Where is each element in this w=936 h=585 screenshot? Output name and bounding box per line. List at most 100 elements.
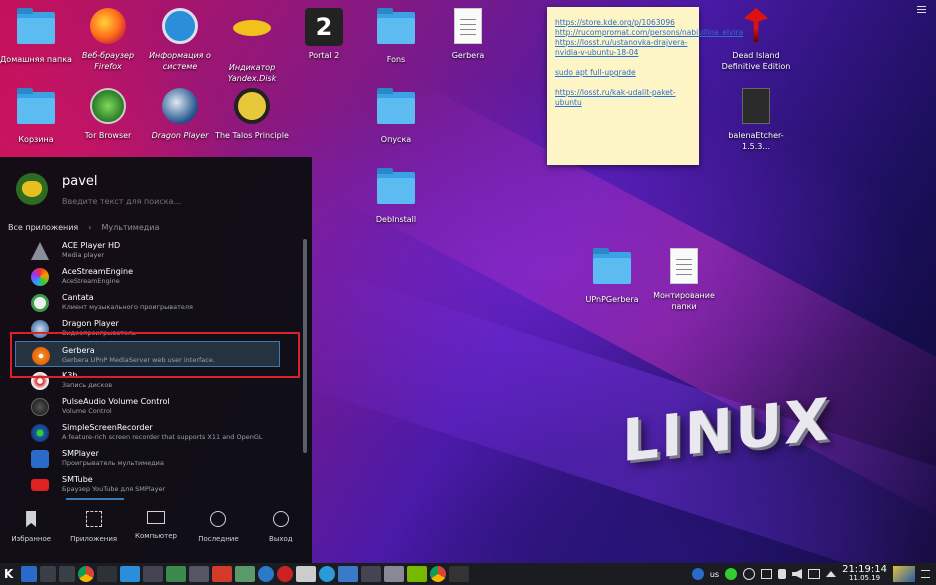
record-icon <box>31 424 49 442</box>
kde-menu-icon[interactable]: K <box>4 566 18 582</box>
konsole-task-icon[interactable] <box>449 566 469 582</box>
launcher-tabs: Избранное Приложения Компьютер Последние… <box>0 507 312 557</box>
desktop-icon-talos-principle[interactable]: The Talos Principle <box>212 88 292 141</box>
text-editor-icon[interactable] <box>338 566 358 582</box>
info-icon <box>162 8 198 44</box>
desktop-icon-yandex-disk[interactable]: Индикатор Yandex.Disk <box>212 8 292 84</box>
chrome-task-icon[interactable] <box>430 566 446 582</box>
app-item-smtube[interactable]: SMTube Браузер YouTube для SMPlayer <box>0 471 300 497</box>
ufo-icon <box>233 20 271 36</box>
talos-icon <box>234 88 270 124</box>
store-icon[interactable] <box>120 566 140 582</box>
show-desktop-icon[interactable] <box>893 566 915 582</box>
app-item-simplescreenrecorder[interactable]: SimpleScreenRecorder A feature-rich scre… <box>0 419 300 445</box>
clipboard-icon[interactable] <box>761 569 773 579</box>
search-input[interactable] <box>62 197 282 206</box>
grid-icon <box>85 511 102 527</box>
keyboard-layout-indicator[interactable]: us <box>710 570 719 579</box>
nvidia-icon[interactable] <box>407 566 427 582</box>
app-item-acestreamengine[interactable]: AceStreamEngine AceStreamEngine <box>0 263 300 289</box>
tab-leave[interactable]: Выход <box>250 507 312 557</box>
note-link[interactable]: http://rucompromat.com/persons/nabiullin… <box>555 28 743 38</box>
volume-knob-icon <box>31 398 49 416</box>
desktop-icon-opuska[interactable]: Опуска <box>356 88 436 145</box>
desktop-icon-dragon-player[interactable]: Dragon Player <box>140 88 220 141</box>
wallpaper-linux-logo: LINUX <box>622 385 831 475</box>
desktop-icon-mount-folder[interactable]: Монтирование папки <box>644 248 724 312</box>
note-link[interactable]: https://losst.ru/ustanovka-drajvera-nvid… <box>555 38 691 58</box>
mail-icon[interactable] <box>235 566 255 582</box>
globe-icon <box>90 88 126 124</box>
desktop-icon-gerbera[interactable]: Gerbera <box>428 8 508 61</box>
desktop-icon-trash[interactable]: Корзина <box>0 88 76 145</box>
app-list-scrollbar[interactable] <box>303 239 307 453</box>
desktop-pager-2[interactable] <box>40 566 56 582</box>
breadcrumb-all-apps[interactable]: Все приложения <box>8 223 78 232</box>
desktop-icon-fons[interactable]: Fons <box>356 8 436 65</box>
acestream-icon <box>31 268 49 286</box>
document-icon <box>670 248 698 284</box>
document-viewer-icon[interactable] <box>189 566 209 582</box>
dragon-icon <box>162 88 198 124</box>
cantata-icon <box>31 294 49 312</box>
desktop-pager-1[interactable] <box>21 566 37 582</box>
desktop-toolbox-icon[interactable] <box>917 6 926 13</box>
tab-favorites[interactable]: Избранное <box>0 507 62 557</box>
app-item-smplayer[interactable]: SMPlayer Проигрыватель мультимедиа <box>0 445 300 471</box>
chevron-left-circle-icon <box>272 511 289 527</box>
digital-clock[interactable]: 21:19:14 11.05.19 <box>842 565 887 583</box>
tab-recent[interactable]: Последние <box>187 507 249 557</box>
chevron-right-icon: › <box>88 223 92 232</box>
desktop-icon-debinstall[interactable]: DebInstall <box>356 168 436 225</box>
network-icon[interactable] <box>258 566 274 582</box>
panel-menu-icon[interactable] <box>921 570 930 578</box>
breadcrumb-multimedia[interactable]: Мультимедиа <box>101 223 159 232</box>
wallpaper-streak <box>280 265 936 585</box>
terminal-icon[interactable] <box>97 566 117 582</box>
desktop-pager-3[interactable] <box>59 566 75 582</box>
desktop-icon-firefox[interactable]: Веб-браузер Firefox <box>68 8 148 72</box>
update-icon[interactable] <box>725 568 738 580</box>
bluetooth-icon[interactable] <box>691 568 704 580</box>
desktop-icon-balena-etcher[interactable]: balenaEtcher-1.5.3... <box>716 88 796 152</box>
car-icon[interactable] <box>384 566 404 582</box>
sticky-note-widget[interactable]: https://store.kde.org/p/1063096 http://r… <box>547 7 743 165</box>
note-command: sudo apt full-upgrade <box>555 68 636 77</box>
note-link[interactable]: https://losst.ru/kak-udalit-paket-ubuntu <box>555 88 691 108</box>
calculator-icon[interactable] <box>361 566 381 582</box>
palm-tree-icon <box>744 8 768 42</box>
note-link[interactable]: https://store.kde.org/p/1063096 <box>555 18 691 28</box>
user-name: pavel <box>62 174 98 189</box>
record-icon[interactable] <box>277 566 293 582</box>
desktop-icon-upnpgerbera[interactable]: UPnPGerbera <box>572 248 652 305</box>
desktop-icon-dead-island[interactable]: Dead Island Definitive Edition <box>716 8 796 72</box>
tray-expand-icon[interactable] <box>826 571 837 577</box>
desktop-icon-portal-2[interactable]: 2 Portal 2 <box>284 8 364 61</box>
application-launcher: pavel Все приложения › Мультимедиа ACE P… <box>0 157 312 563</box>
tab-computer[interactable]: Компьютер <box>125 507 187 557</box>
network-icon[interactable] <box>808 569 821 579</box>
firefox-icon <box>90 8 126 44</box>
ace-player-icon <box>31 242 49 260</box>
user-avatar <box>16 173 48 205</box>
image-viewer-icon[interactable] <box>166 566 186 582</box>
app-item-cantata[interactable]: Cantata Клиент музыкального проигрывател… <box>0 289 300 315</box>
chrome-icon[interactable] <box>78 566 94 582</box>
tab-applications[interactable]: Приложения <box>62 507 124 557</box>
teamviewer-icon[interactable] <box>319 566 335 582</box>
youtube-icon <box>31 479 49 491</box>
desktop-icon-system-info[interactable]: Информация о системе <box>140 8 220 72</box>
volume-icon[interactable] <box>792 569 803 579</box>
screenshot-icon[interactable] <box>296 566 316 582</box>
desktop-icon-home-folder[interactable]: Домашняя папка <box>0 8 76 65</box>
portal-2-icon: 2 <box>305 8 343 46</box>
system-tray: us 21:19:14 11.05.19 <box>691 563 936 585</box>
filezilla-icon[interactable] <box>212 566 232 582</box>
settings-icon[interactable] <box>143 566 163 582</box>
yandex-disk-icon[interactable] <box>743 568 756 580</box>
app-item-pulseaudio[interactable]: PulseAudio Volume Control Volume Control <box>0 393 300 419</box>
lock-icon[interactable] <box>778 569 787 579</box>
app-item-ace-player[interactable]: ACE Player HD Media player <box>0 237 300 263</box>
breadcrumb: Все приложения › Мультимедиа <box>8 223 159 232</box>
desktop-icon-tor-browser[interactable]: Tor Browser <box>68 88 148 141</box>
